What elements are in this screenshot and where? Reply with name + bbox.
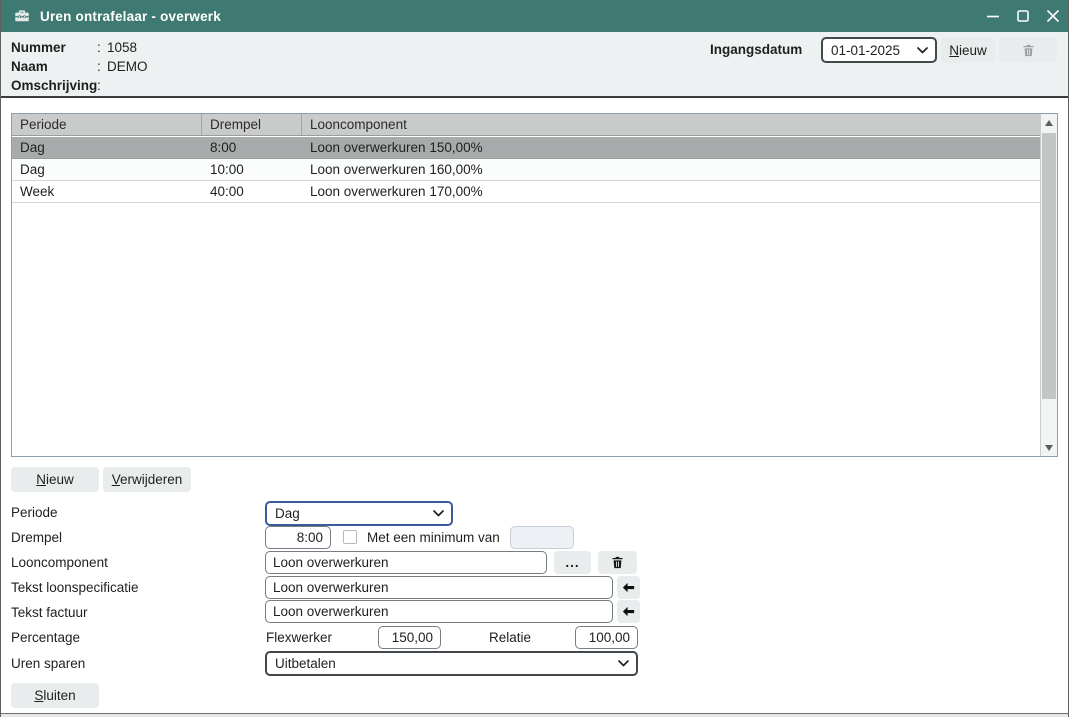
close-button[interactable]: [1038, 0, 1068, 32]
colon: :: [97, 78, 101, 93]
sluiten-button[interactable]: Sluiten: [11, 683, 99, 708]
ingangsdatum-value: 01-01-2025: [823, 43, 917, 58]
column-header-periode[interactable]: Periode: [12, 114, 202, 135]
record-header: Nummer : 1058 Naam : DEMO Omschrijving :…: [1, 32, 1068, 98]
overtime-rules-table: Periode Drempel Looncomponent Dag8:00Loo…: [11, 113, 1058, 457]
minimum-checkbox[interactable]: [343, 530, 357, 544]
percentage-label: Percentage: [11, 630, 80, 645]
looncomponent-delete-button[interactable]: [598, 551, 637, 574]
flexwerker-label: Flexwerker: [266, 630, 332, 645]
periode-combo[interactable]: Dag: [265, 501, 453, 526]
looncomponent-input[interactable]: [265, 551, 547, 574]
periode-value: Dag: [267, 506, 433, 521]
table-cell: 8:00: [202, 137, 302, 158]
verwijderen-button[interactable]: Verwijderen: [103, 467, 191, 492]
minimum-input[interactable]: [510, 526, 574, 549]
chevron-down-icon: [433, 510, 444, 517]
vertical-scrollbar[interactable]: [1040, 114, 1057, 456]
maximize-button[interactable]: [1008, 0, 1038, 32]
relatie-percentage-input[interactable]: [575, 626, 638, 649]
minimum-label: Met een minimum van: [367, 530, 500, 545]
triangle-up-icon: [1045, 120, 1053, 126]
ingangsdatum-combo[interactable]: 01-01-2025: [821, 37, 937, 63]
periode-label: Periode: [11, 505, 58, 520]
chevron-down-icon: [618, 660, 629, 667]
table-cell: Week: [12, 181, 202, 202]
table-header: Periode Drempel Looncomponent: [12, 114, 1040, 136]
table-cell: Loon overwerkuren 160,00%: [302, 159, 1040, 180]
tekst-factuur-label: Tekst factuur: [11, 605, 88, 620]
column-header-drempel[interactable]: Drempel: [202, 114, 302, 135]
looncomponent-browse-button[interactable]: ...: [554, 551, 591, 574]
arrow-left-icon: [621, 604, 636, 619]
minimize-button[interactable]: [978, 0, 1008, 32]
nieuw-button[interactable]: Nieuw: [11, 467, 99, 492]
table-body: Dag8:00Loon overwerkuren 150,00%Dag10:00…: [12, 137, 1040, 456]
toolbox-icon: [13, 7, 31, 25]
nummer-value: 1058: [107, 40, 137, 55]
table-row[interactable]: Week40:00Loon overwerkuren 170,00%: [12, 181, 1040, 203]
chevron-down-icon: [917, 47, 928, 54]
ingangsdatum-nieuw-button[interactable]: Nieuw: [941, 37, 995, 63]
triangle-down-icon: [1045, 445, 1053, 451]
table-row[interactable]: Dag10:00Loon overwerkuren 160,00%: [12, 159, 1040, 181]
table-cell: Loon overwerkuren 150,00%: [302, 137, 1040, 158]
copy-back-button[interactable]: [617, 576, 640, 599]
app-window: Uren ontrafelaar - overwerk Nummer : 105…: [0, 0, 1069, 717]
ingangsdatum-label: Ingangsdatum: [710, 42, 802, 57]
nummer-label: Nummer: [11, 40, 97, 55]
tekst-factuur-input[interactable]: [265, 600, 613, 623]
table-cell: 10:00: [202, 159, 302, 180]
window-title: Uren ontrafelaar - overwerk: [40, 9, 221, 24]
drempel-input[interactable]: [265, 526, 331, 549]
uren-sparen-label: Uren sparen: [11, 656, 85, 671]
uren-sparen-combo[interactable]: Uitbetalen: [265, 651, 638, 676]
table-cell: Dag: [12, 159, 202, 180]
trash-icon: [610, 555, 625, 570]
ingangsdatum-delete-button[interactable]: [999, 37, 1057, 63]
relatie-label: Relatie: [489, 630, 531, 645]
titlebar: Uren ontrafelaar - overwerk: [1, 0, 1068, 32]
scroll-up-button[interactable]: [1041, 114, 1057, 131]
column-header-looncomponent[interactable]: Looncomponent: [302, 114, 1040, 135]
window-bottom-edge: [1, 713, 1068, 717]
naam-label: Naam: [11, 59, 97, 74]
naam-value: DEMO: [107, 59, 148, 74]
table-cell: Dag: [12, 137, 202, 158]
colon: :: [97, 59, 101, 74]
drempel-label: Drempel: [11, 530, 62, 545]
tekst-loonspecificatie-label: Tekst loonspecificatie: [11, 580, 139, 595]
table-cell: 40:00: [202, 181, 302, 202]
table-cell: Loon overwerkuren 170,00%: [302, 181, 1040, 202]
omschrijving-label: Omschrijving: [11, 78, 97, 93]
window-controls: [978, 0, 1068, 32]
scroll-down-button[interactable]: [1041, 439, 1057, 456]
flexwerker-percentage-input[interactable]: [378, 626, 441, 649]
looncomponent-label: Looncomponent: [11, 555, 108, 570]
scrollbar-thumb[interactable]: [1042, 133, 1056, 399]
copy-back-button[interactable]: [617, 600, 640, 623]
tekst-loonspecificatie-input[interactable]: [265, 576, 613, 599]
trash-icon: [1021, 43, 1036, 58]
colon: :: [97, 40, 101, 55]
arrow-left-icon: [621, 580, 636, 595]
uren-sparen-value: Uitbetalen: [267, 656, 618, 671]
table-row[interactable]: Dag8:00Loon overwerkuren 150,00%: [12, 137, 1040, 159]
